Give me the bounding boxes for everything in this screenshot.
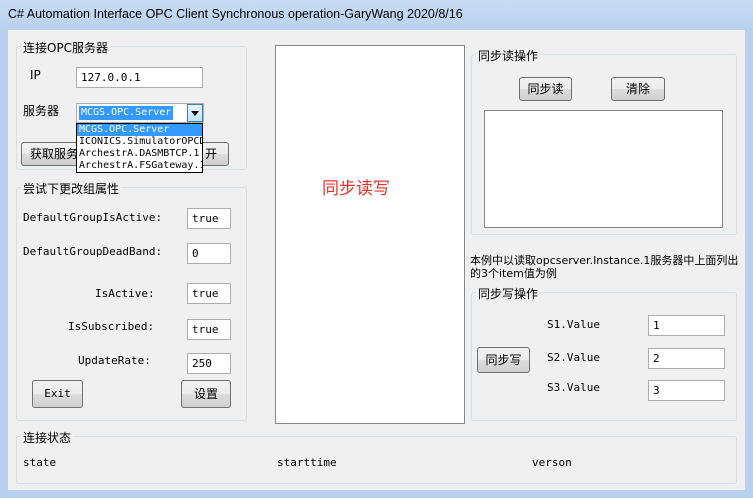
update-rate-input[interactable]: 250	[187, 353, 231, 374]
center-panel: 同步读写	[275, 45, 465, 424]
example-note: 本例中以读取opcserver.Instance.1服务器中上面列出的3个ite…	[470, 254, 739, 280]
is-active-label: IsActive:	[95, 287, 155, 300]
is-subscribed-label: IsSubscribed:	[68, 320, 155, 333]
sync-read-button[interactable]: 同步读	[519, 77, 572, 101]
default-is-active-input[interactable]: true	[187, 208, 231, 229]
dropdown-toggle[interactable]	[187, 104, 203, 122]
status-title: 连接状态	[21, 429, 74, 446]
server-dropdown-list[interactable]: MCGS.OPC.Server ICONICS.SimulatorOPCDA A…	[76, 123, 203, 173]
window-title: C# Automation Interface OPC Client Synch…	[8, 7, 463, 21]
s1-input[interactable]: 1	[648, 315, 725, 336]
connect-group-title: 连接OPC服务器	[21, 39, 111, 56]
s2-input[interactable]: 2	[648, 348, 725, 369]
ip-input[interactable]: 127.0.0.1	[76, 67, 203, 88]
connect-button-label: 开	[205, 147, 218, 161]
exit-button[interactable]: Exit	[32, 380, 83, 408]
server-label: 服务器	[23, 104, 60, 118]
title-bar[interactable]: C# Automation Interface OPC Client Synch…	[0, 0, 753, 31]
clear-button[interactable]: 清除	[611, 77, 665, 101]
center-caption: 同步读写	[322, 179, 390, 199]
server-option[interactable]: ICONICS.SimulatorOPCDA	[77, 136, 202, 148]
s1-label: S1.Value	[547, 318, 600, 331]
update-rate-label: UpdateRate:	[78, 354, 151, 367]
status-group	[16, 436, 737, 484]
sync-write-title: 同步写操作	[476, 285, 541, 302]
server-selected-value: MCGS.OPC.Server	[79, 106, 174, 120]
s2-label: S2.Value	[547, 351, 600, 364]
is-subscribed-input[interactable]: true	[187, 319, 231, 340]
read-results-box[interactable]	[484, 110, 723, 228]
sync-read-title: 同步读操作	[476, 47, 541, 64]
server-option[interactable]: ArchestrA.FSGateway.1	[77, 160, 202, 172]
ip-label: IP	[30, 68, 41, 82]
default-is-active-label: DefaultGroupIsActive:	[23, 211, 163, 224]
starttime-label: starttime	[277, 456, 337, 469]
version-label: verson	[532, 456, 572, 469]
group-properties-title: 尝试下更改组属性	[21, 180, 122, 197]
window-frame-right	[745, 30, 753, 498]
window-frame-bottom	[0, 490, 753, 498]
sync-write-button[interactable]: 同步写	[477, 347, 530, 373]
window-frame-left	[0, 30, 8, 498]
set-button[interactable]: 设置	[181, 380, 231, 408]
is-active-input[interactable]: true	[187, 283, 231, 304]
server-option[interactable]: ArchestrA.DASMBTCP.1	[77, 148, 202, 160]
server-combobox[interactable]: MCGS.OPC.Server	[76, 103, 204, 123]
s3-input[interactable]: 3	[648, 380, 725, 401]
state-label: state	[23, 456, 57, 469]
server-option[interactable]: MCGS.OPC.Server	[77, 124, 202, 136]
chevron-down-icon	[191, 110, 199, 116]
default-deadband-label: DefaultGroupDeadBand:	[23, 245, 163, 258]
default-deadband-input[interactable]: 0	[187, 243, 231, 264]
s3-label: S3.Value	[547, 381, 600, 394]
